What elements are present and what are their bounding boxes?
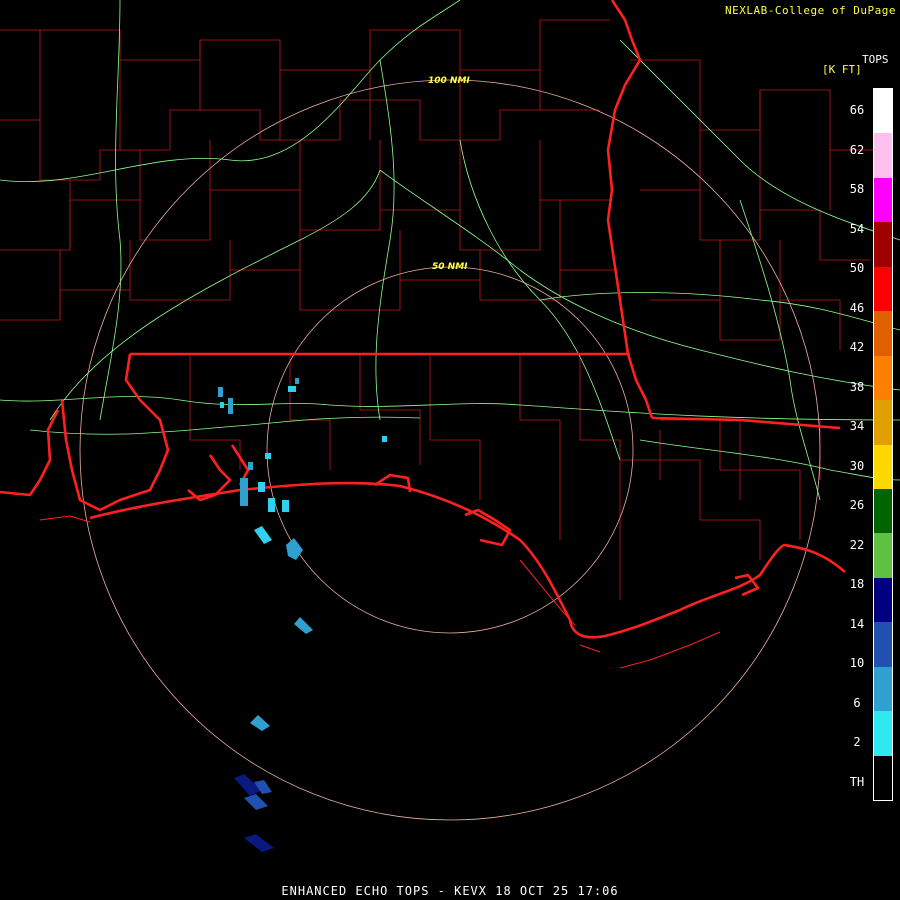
color-scale-label: 58 <box>849 182 865 196</box>
color-scale-segment <box>874 644 892 667</box>
color-scale-label: 6 <box>853 695 861 710</box>
color-scale-segment <box>874 177 892 201</box>
legend-title: TOPS <box>862 53 889 66</box>
radar-echoes <box>218 378 387 852</box>
state-borders <box>0 0 846 639</box>
color-scale-label: 2 <box>853 735 861 749</box>
color-scale-segment <box>874 666 892 689</box>
color-scale-segment <box>874 400 892 423</box>
color-scale-segment <box>874 111 892 134</box>
color-scale-label: 10 <box>849 656 865 670</box>
color-scale-label: 62 <box>849 142 865 157</box>
county-borders <box>0 19 880 600</box>
echo-cell <box>218 387 223 397</box>
echo-cell <box>240 478 248 506</box>
highways <box>0 0 900 501</box>
color-scale-segment <box>874 266 892 289</box>
barrier-islands <box>39 515 721 669</box>
credit-text: NEXLAB-College of DuPage <box>725 4 896 17</box>
color-scale-segment <box>874 311 892 334</box>
color-scale-segment <box>874 511 892 534</box>
color-scale-label: TH <box>849 774 865 789</box>
color-scale-segment <box>874 622 892 645</box>
color-scale-segment <box>874 733 892 756</box>
color-scale-label: 46 <box>849 300 865 315</box>
color-scale-segment <box>874 533 892 556</box>
product-title: ENHANCED ECHO TOPS - KEVX 18 OCT 25 17:0… <box>281 884 619 898</box>
color-scale-segment <box>874 89 892 112</box>
echo-cell <box>265 453 271 459</box>
echo-cell <box>286 538 303 560</box>
range-ring-100-label: 100 NMI <box>428 76 470 86</box>
echo-cell <box>288 386 296 392</box>
echo-cell <box>248 462 253 470</box>
echo-cell <box>228 398 233 414</box>
color-scale-segment <box>874 133 892 156</box>
range-ring-50-label: 50 NMI <box>432 262 468 272</box>
color-scale-segment <box>874 600 892 623</box>
color-scale-label: 38 <box>849 379 865 394</box>
color-scale-segment <box>874 577 892 601</box>
color-scale-segment <box>874 355 892 378</box>
echo-cell <box>254 526 272 544</box>
echo-cell <box>268 498 275 512</box>
color-scale-label: 50 <box>849 261 865 275</box>
echo-cell <box>258 482 265 492</box>
radar-map: 50 NMI 100 NMI <box>0 0 900 852</box>
color-scale-segment <box>874 200 892 223</box>
color-scale-segment <box>874 755 892 778</box>
color-scale-label: 22 <box>849 537 865 552</box>
color-scale-segment <box>874 377 892 401</box>
color-scale-label: 30 <box>849 458 865 473</box>
color-scale-bar <box>873 88 893 801</box>
color-scale-segment <box>874 688 892 712</box>
color-scale-segment <box>874 711 892 734</box>
echo-cell <box>282 500 289 512</box>
color-scale-segment <box>874 444 892 467</box>
echo-cell <box>244 794 268 810</box>
color-scale-label: 18 <box>849 577 865 591</box>
color-scale-segment <box>874 333 892 356</box>
color-scale-segment <box>874 288 892 312</box>
color-scale-label: 14 <box>849 616 865 631</box>
echo-cell <box>382 436 387 442</box>
color-scale-label: 54 <box>849 221 865 236</box>
echo-cell <box>295 378 299 384</box>
echo-cell <box>294 617 313 634</box>
color-scale-segment <box>874 466 892 489</box>
legend-units: [K FT] <box>822 63 862 76</box>
color-scale-segment <box>874 555 892 578</box>
echo-cell <box>244 834 274 852</box>
color-scale-segment <box>874 244 892 267</box>
color-scale-label: 66 <box>849 103 865 117</box>
color-scale-segment <box>874 777 892 800</box>
color-scale-label: 42 <box>849 340 865 354</box>
color-scale-label: 34 <box>849 419 865 433</box>
echo-cell <box>220 402 224 408</box>
color-scale-segment <box>874 422 892 445</box>
range-ring-50 <box>266 266 634 634</box>
color-scale-label: 26 <box>849 498 865 512</box>
echo-cell <box>250 715 270 731</box>
color-scale-segment <box>874 155 892 178</box>
color-scale-segment <box>874 222 892 245</box>
color-scale-segment <box>874 488 892 512</box>
